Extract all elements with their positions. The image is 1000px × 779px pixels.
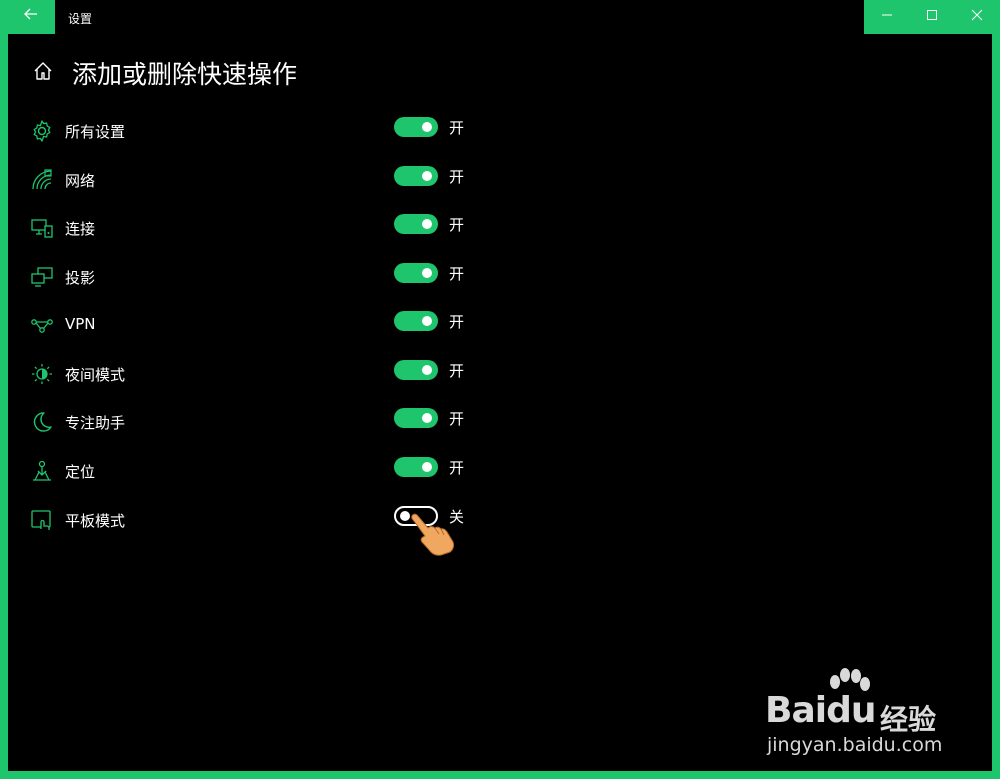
- hand-pointer-icon: [411, 513, 455, 556]
- close-button[interactable]: [954, 0, 999, 34]
- quick-action-label: 所有设置: [65, 123, 126, 141]
- quick-action-row: 夜间模式 开: [0, 356, 1000, 396]
- minimize-icon: [881, 14, 892, 16]
- quick-action-label: 连接: [65, 220, 96, 238]
- quick-action-row: 连接 开: [0, 210, 1000, 250]
- gear-icon: [30, 119, 54, 143]
- quick-action-label: 平板模式: [65, 512, 126, 530]
- window-title: 设置: [68, 12, 93, 26]
- home-icon[interactable]: [32, 60, 54, 82]
- toggle-state-label: 开: [449, 119, 465, 137]
- close-icon: [971, 9, 982, 21]
- toggle-knob: [422, 171, 432, 181]
- toggle-state-label: 开: [449, 216, 465, 234]
- toggle-switch[interactable]: [394, 408, 438, 428]
- vpn-icon: [30, 313, 54, 337]
- quick-action-row: 所有设置 开: [0, 113, 1000, 153]
- project-icon: [30, 265, 54, 289]
- toggle-knob: [422, 122, 432, 132]
- toggle-state-label: 开: [449, 313, 465, 331]
- toggle-switch[interactable]: [394, 166, 438, 186]
- toggle-switch[interactable]: [394, 117, 438, 137]
- location-icon: [30, 459, 54, 483]
- toggle-switch[interactable]: [394, 263, 438, 283]
- toggle-switch[interactable]: [394, 360, 438, 380]
- quick-action-label: 夜间模式: [65, 366, 126, 384]
- minimize-button[interactable]: [864, 0, 909, 34]
- quick-action-row: VPN 开: [0, 307, 1000, 347]
- watermark-url: jingyan.baidu.com: [767, 734, 943, 756]
- toggle-state-label: 开: [449, 410, 465, 428]
- toggle-switch[interactable]: [394, 214, 438, 234]
- maximize-icon: [926, 10, 937, 20]
- quick-action-row: 平板模式关: [0, 502, 1000, 542]
- quick-action-row: 定位 开: [0, 453, 1000, 493]
- back-button[interactable]: [0, 0, 55, 34]
- watermark-brand: Baidu: [765, 690, 876, 731]
- quick-action-row: 投影 开: [0, 259, 1000, 299]
- quick-action-label: 专注助手: [65, 414, 126, 432]
- window-controls: [864, 0, 1000, 34]
- toggle-state-label: 开: [449, 459, 465, 477]
- toggle-state-label: 开: [449, 168, 465, 186]
- toggle-knob: [422, 316, 432, 326]
- quick-action-row: 网络 开: [0, 162, 1000, 202]
- toggle-knob: [422, 268, 432, 278]
- page-title: 添加或删除快速操作: [72, 60, 298, 89]
- network-icon: [30, 168, 54, 192]
- quick-action-label: VPN: [65, 315, 96, 333]
- night-light-icon: [30, 362, 54, 386]
- quick-action-label: 投影: [65, 269, 96, 287]
- toggle-knob: [422, 365, 432, 375]
- connect-icon: [30, 216, 54, 240]
- toggle-knob: [422, 219, 432, 229]
- toggle-knob: [422, 413, 432, 423]
- toggle-state-label: 开: [449, 362, 465, 380]
- title-bar: 设置: [0, 0, 1000, 34]
- toggle-switch[interactable]: [394, 311, 438, 331]
- toggle-knob: [422, 462, 432, 472]
- quick-action-label: 网络: [65, 172, 96, 190]
- toggle-knob: [400, 511, 410, 521]
- baidu-watermark: Baidu 经验 jingyan.baidu.com: [765, 668, 965, 768]
- back-arrow-icon: [20, 6, 42, 28]
- toggle-switch[interactable]: [394, 457, 438, 477]
- quick-action-row: 专注助手 开: [0, 404, 1000, 444]
- moon-icon: [30, 410, 54, 434]
- toggle-state-label: 开: [449, 265, 465, 283]
- watermark-cn: 经验: [880, 703, 937, 736]
- quick-action-label: 定位: [65, 463, 96, 481]
- tablet-mode-icon: [30, 508, 54, 532]
- maximize-button[interactable]: [909, 0, 954, 34]
